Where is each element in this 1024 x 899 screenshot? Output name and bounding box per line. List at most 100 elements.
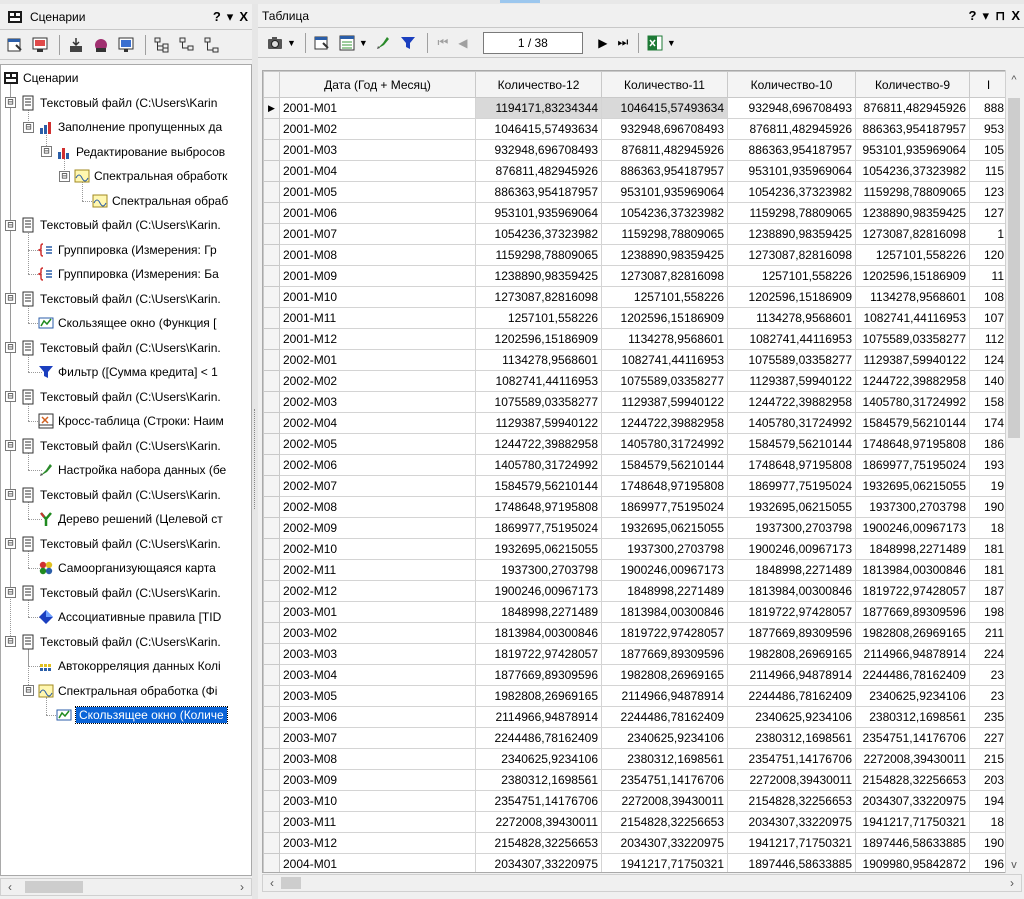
value-cell[interactable]: 115 (969, 160, 1008, 182)
value-cell[interactable]: 1075589,03358277 (475, 391, 602, 413)
export-dropdown-icon[interactable]: ▼ (667, 38, 676, 48)
tree-node[interactable]: Настройка набора данных (бе (23, 459, 226, 481)
help-button[interactable]: ? (213, 9, 221, 24)
value-cell[interactable]: 2380312,1698561 (727, 727, 856, 749)
value-cell[interactable]: 1257101,558226 (475, 307, 602, 329)
filter-icon[interactable] (397, 32, 419, 54)
value-cell[interactable]: 18 (969, 517, 1008, 539)
tree-node[interactable]: ⊟ Текстовый файл (C:\Users\Karin. (5, 533, 221, 555)
row-header[interactable] (263, 349, 280, 371)
properties-icon[interactable] (311, 32, 333, 54)
value-cell[interactable]: 107 (969, 307, 1008, 329)
row-header[interactable] (263, 832, 280, 854)
table-row[interactable]: 2003-M08 2340625,9234106 2380312,1698561 23… (263, 748, 1008, 770)
date-cell[interactable]: 2001-M10 (279, 286, 476, 308)
grid-vertical-scrollbar[interactable]: ^ v (1005, 70, 1022, 873)
value-cell[interactable]: 1273087,82816098 (601, 265, 728, 287)
date-cell[interactable]: 2001-M01 (279, 97, 476, 119)
value-cell[interactable]: 1748648,97195808 (601, 475, 728, 497)
value-cell[interactable]: 2340625,9234106 (601, 727, 728, 749)
value-cell[interactable]: 876811,482945926 (601, 139, 728, 161)
value-cell[interactable]: 953101,935969064 (727, 160, 856, 182)
camera-dropdown-icon[interactable]: ▼ (287, 38, 296, 48)
value-cell[interactable]: 1054236,37323982 (475, 223, 602, 245)
row-header[interactable] (263, 580, 280, 602)
value-cell[interactable]: 2244486,78162409 (727, 685, 856, 707)
value-cell[interactable]: 1848998,2271489 (475, 601, 602, 623)
value-cell[interactable]: 1054236,37323982 (601, 202, 728, 224)
value-cell[interactable]: 1869977,75195024 (601, 496, 728, 518)
value-cell[interactable]: 953101,935969064 (855, 139, 970, 161)
value-cell[interactable]: 1405780,31724992 (727, 412, 856, 434)
first-page-button[interactable]: ⏮ (433, 35, 453, 50)
row-header[interactable] (263, 244, 280, 266)
value-cell[interactable]: 181 (969, 538, 1008, 560)
table-row[interactable]: 2002-M06 1405780,31724992 1584579,56210144… (263, 454, 1008, 476)
scroll-thumb[interactable] (1008, 98, 1020, 438)
tree-expander[interactable]: ⊟ (5, 293, 16, 304)
row-header[interactable] (263, 307, 280, 329)
value-cell[interactable]: 1257101,558226 (727, 265, 856, 287)
row-header[interactable] (263, 160, 280, 182)
value-cell[interactable]: 2034307,33220975 (727, 811, 856, 833)
row-header[interactable] (263, 643, 280, 665)
value-cell[interactable]: 1134278,9568601 (475, 349, 602, 371)
tree-node[interactable]: ⊟ Спектральная обработка (Фі (23, 680, 217, 702)
value-cell[interactable]: 1129387,59940122 (855, 349, 970, 371)
value-cell[interactable]: 2034307,33220975 (601, 832, 728, 854)
tree-node[interactable]: Спектральная обраб (77, 190, 228, 212)
tree-node[interactable]: Автокорреляция данных Колі (23, 655, 221, 677)
tree-node[interactable]: Группировка (Измерения: Гр (23, 239, 217, 261)
value-cell[interactable]: 2154828,32256653 (475, 832, 602, 854)
column-header[interactable]: Дата (Год + Месяц) (279, 71, 476, 98)
value-cell[interactable]: 932948,696708493 (601, 118, 728, 140)
value-cell[interactable]: 19 (969, 475, 1008, 497)
tree-node[interactable]: ⊟ Текстовый файл (C:\Users\Karin. (5, 214, 221, 236)
tree-expander[interactable]: ⊟ (5, 391, 16, 402)
value-cell[interactable]: 2340625,9234106 (475, 748, 602, 770)
table-row[interactable]: 2001-M04 876811,482945926 886363,954187957… (263, 160, 1008, 182)
date-cell[interactable]: 2002-M09 (279, 517, 476, 539)
date-cell[interactable]: 2003-M11 (279, 811, 476, 833)
value-cell[interactable]: 120 (969, 244, 1008, 266)
value-cell[interactable]: 953101,935969064 (475, 202, 602, 224)
value-cell[interactable]: 932948,696708493 (475, 139, 602, 161)
table-row[interactable]: 2003-M06 2114966,94878914 2244486,78162409… (263, 706, 1008, 728)
value-cell[interactable]: 1075589,03358277 (727, 349, 856, 371)
row-header[interactable] (263, 496, 280, 518)
tree-expander[interactable]: ⊟ (5, 636, 16, 647)
value-cell[interactable]: 1273087,82816098 (727, 244, 856, 266)
value-cell[interactable]: 1075589,03358277 (601, 370, 728, 392)
value-cell[interactable]: 1813984,00300846 (475, 622, 602, 644)
value-cell[interactable]: 1129387,59940122 (475, 412, 602, 434)
value-cell[interactable]: 1159298,78809065 (601, 223, 728, 245)
date-cell[interactable]: 2001-M03 (279, 139, 476, 161)
value-cell[interactable]: 1869977,75195024 (855, 454, 970, 476)
value-cell[interactable]: 2272008,39430011 (727, 769, 856, 791)
value-cell[interactable]: 1257101,558226 (601, 286, 728, 308)
scroll-thumb[interactable] (281, 877, 301, 889)
value-cell[interactable]: 1813984,00300846 (855, 559, 970, 581)
value-cell[interactable]: 2380312,1698561 (601, 748, 728, 770)
value-cell[interactable]: 2244486,78162409 (601, 706, 728, 728)
table-row[interactable]: 2002-M11 1937300,2703798 1900246,00967173 1… (263, 559, 1008, 581)
table-row[interactable]: 2002-M10 1932695,06215055 1937300,2703798 1… (263, 538, 1008, 560)
value-cell[interactable]: 11 (969, 265, 1008, 287)
value-cell[interactable]: 1813984,00300846 (601, 601, 728, 623)
handler-icon[interactable] (90, 34, 112, 56)
table-row[interactable]: 2002-M08 1748648,97195808 1869977,75195024… (263, 496, 1008, 518)
tree-expander[interactable]: ⊟ (5, 440, 16, 451)
value-cell[interactable]: 108 (969, 286, 1008, 308)
value-cell[interactable]: 1054236,37323982 (855, 160, 970, 182)
row-header[interactable] (263, 391, 280, 413)
value-cell[interactable]: 1584579,56210144 (475, 475, 602, 497)
table-row[interactable]: 2001-M09 1238890,98359425 1273087,82816098… (263, 265, 1008, 287)
column-header[interactable]: Количество-10 (727, 71, 856, 98)
row-header[interactable] (263, 475, 280, 497)
table-row[interactable]: 2001-M03 932948,696708493 876811,482945926… (263, 139, 1008, 161)
tree-expander[interactable]: ⊟ (41, 146, 52, 157)
value-cell[interactable]: 1082741,44116953 (601, 349, 728, 371)
tree-expander[interactable]: ⊟ (5, 489, 16, 500)
table-row[interactable]: 2001-M02 1046415,57493634 932948,696708493… (263, 118, 1008, 140)
row-header[interactable] (263, 790, 280, 812)
